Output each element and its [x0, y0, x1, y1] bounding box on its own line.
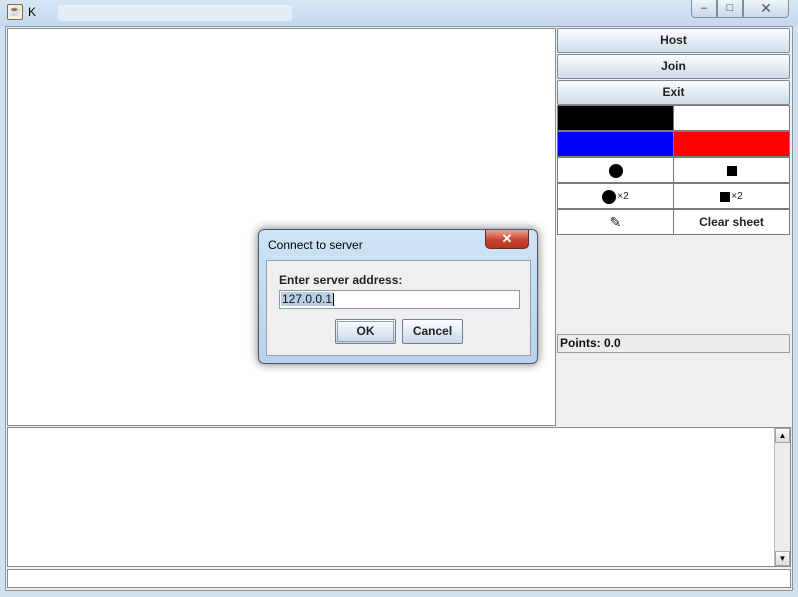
join-button[interactable]: Join [557, 54, 790, 79]
scroll-down-icon[interactable]: ▼ [775, 551, 790, 566]
square-brush-button[interactable] [673, 157, 790, 183]
cancel-button[interactable]: Cancel [402, 319, 463, 344]
color-white-button[interactable] [673, 105, 790, 131]
drawing-canvas[interactable] [7, 28, 556, 426]
points-display: Points: 0.0 [557, 334, 790, 353]
message-log[interactable]: ▲ ▼ [7, 427, 791, 567]
exit-button[interactable]: Exit [557, 80, 790, 105]
connect-dialog: Connect to server ✕ Enter server address… [258, 229, 538, 364]
color-black-button[interactable] [557, 105, 674, 131]
text-caret [333, 293, 335, 307]
dialog-close-button[interactable]: ✕ [485, 230, 529, 249]
circle-icon [608, 163, 623, 178]
close-window-button[interactable]: ✕ [743, 0, 789, 18]
ok-button[interactable]: OK [335, 319, 396, 344]
server-address-value: 127.0.0.1 [281, 292, 334, 306]
dialog-title: Connect to server [268, 238, 363, 252]
multiplier-label: ×2 [731, 190, 743, 202]
clear-sheet-button[interactable]: Clear sheet [673, 209, 790, 235]
color-blue-button[interactable] [557, 131, 674, 157]
window-title: K [28, 5, 37, 19]
server-address-label: Enter server address: [279, 273, 403, 287]
square-icon [720, 191, 731, 202]
log-scrollbar[interactable]: ▲ ▼ [774, 428, 790, 566]
circle-icon [602, 189, 617, 204]
circle-brush-button[interactable] [557, 157, 674, 183]
host-button[interactable]: Host [557, 28, 790, 53]
pen-icon: ✎ [609, 214, 622, 230]
title-bar: ☕ K – □ ✕ [0, 0, 798, 26]
multiplier-label: ×2 [617, 190, 629, 202]
square-brush-x2-button[interactable]: ×2 [673, 183, 790, 209]
square-icon [726, 165, 737, 176]
minimize-button[interactable]: – [691, 0, 717, 18]
title-bar-background [58, 5, 292, 21]
circle-brush-x2-button[interactable]: ×2 [557, 183, 674, 209]
maximize-button[interactable]: □ [717, 0, 743, 18]
dialog-body: Enter server address: 127.0.0.1 OK Cance… [266, 260, 531, 356]
color-red-button[interactable] [673, 131, 790, 157]
chat-input[interactable] [7, 569, 791, 588]
server-address-input[interactable]: 127.0.0.1 [279, 290, 520, 309]
pen-tool-button[interactable]: ✎ [557, 209, 674, 235]
java-app-icon: ☕ [7, 4, 23, 20]
scroll-up-icon[interactable]: ▲ [775, 428, 790, 443]
